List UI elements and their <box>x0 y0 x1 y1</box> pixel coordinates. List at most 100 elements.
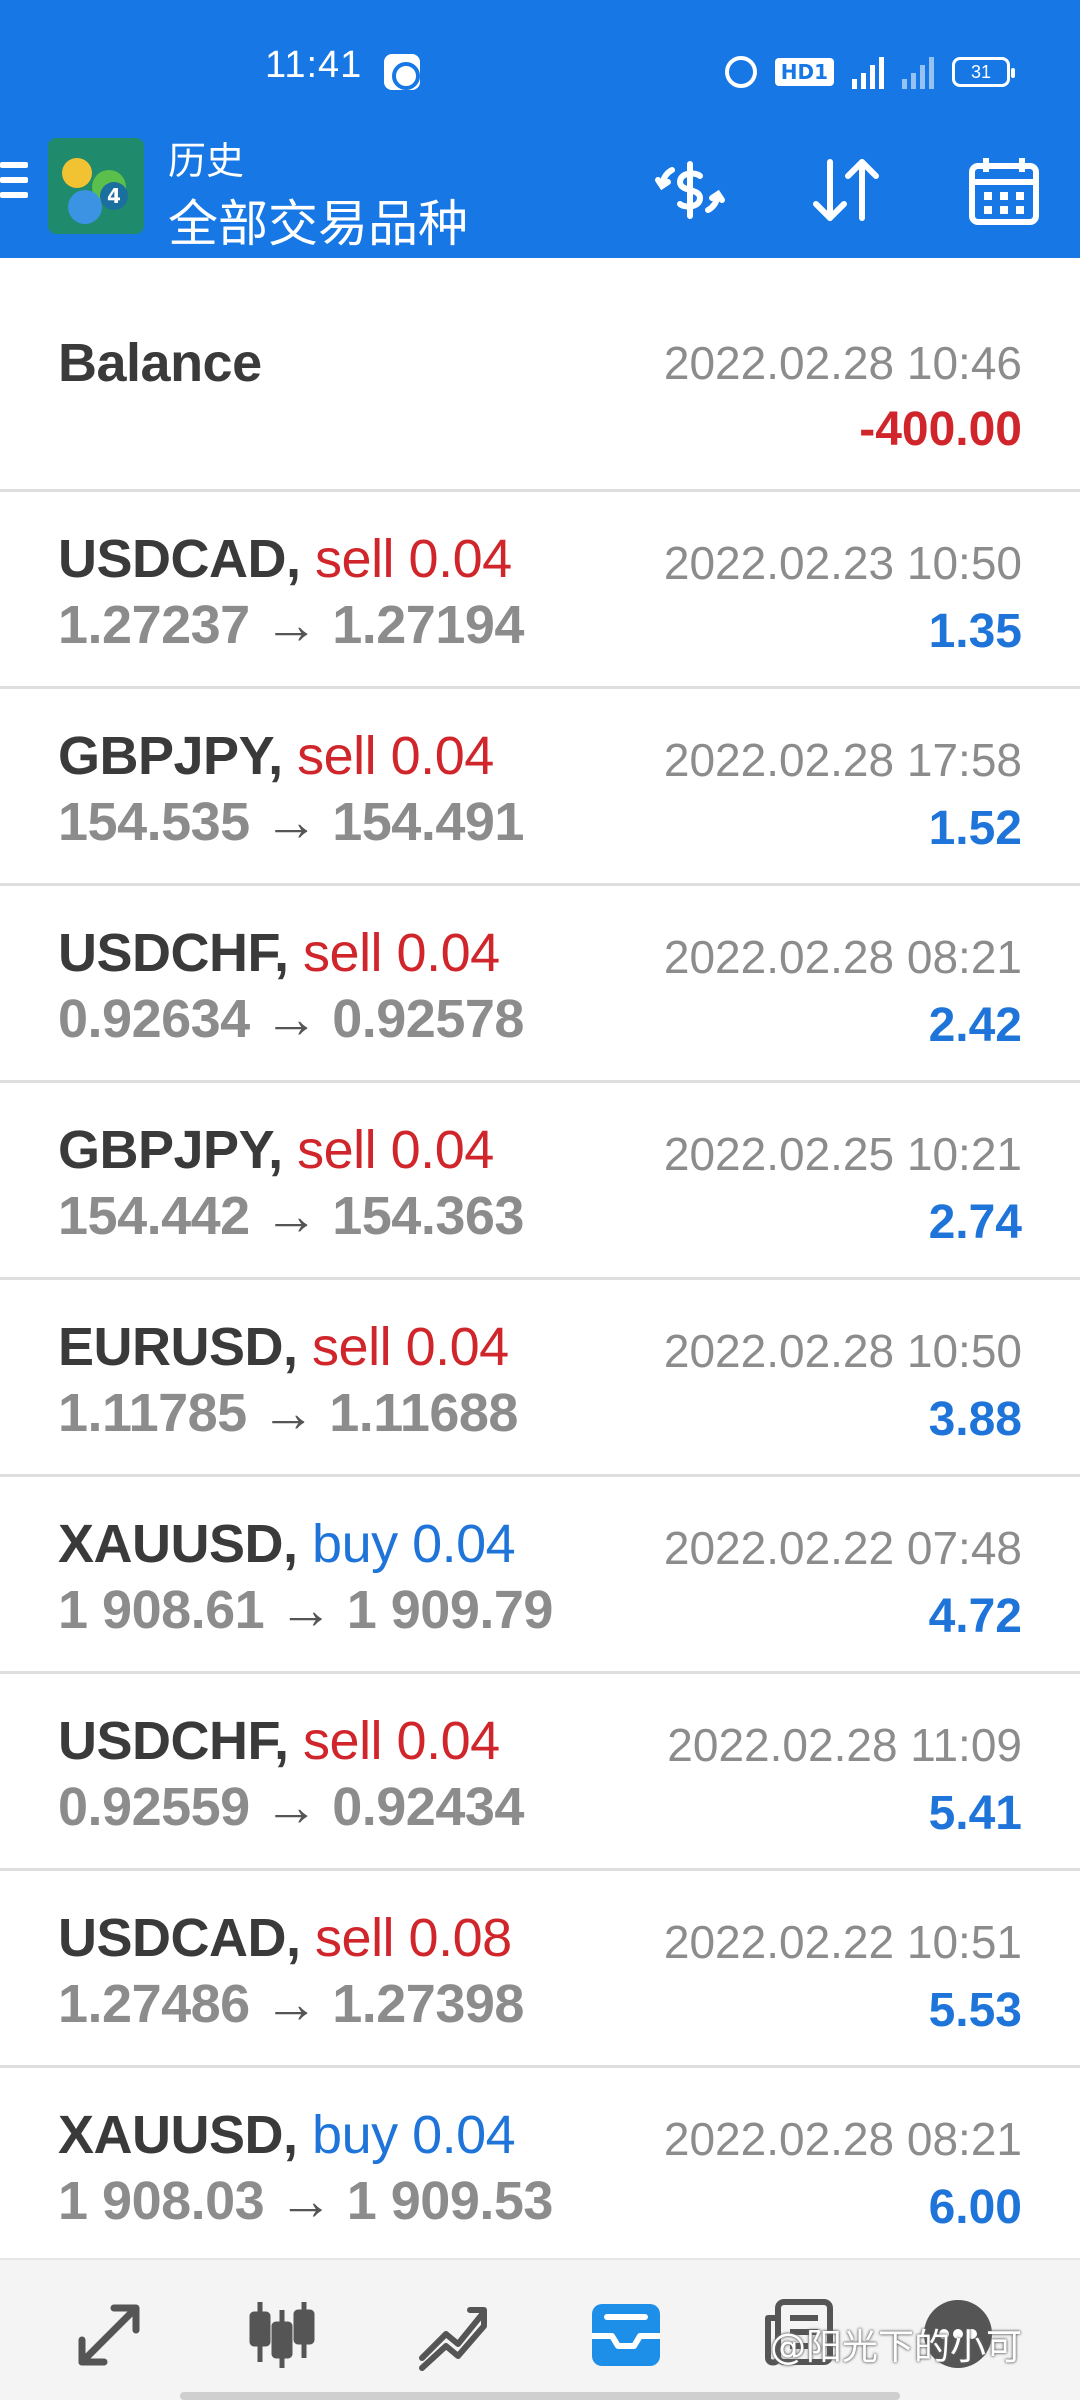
trade-profit: 5.41 <box>928 1787 1022 1840</box>
trade-symbol: GBPJPY, sell 0.04 <box>58 725 494 787</box>
open-price: 1.27486 <box>58 1974 250 2034</box>
balance-label: Balance <box>58 333 262 393</box>
trade-symbol: USDCAD, sell 0.08 <box>58 1907 512 1969</box>
history-icon[interactable] <box>584 2292 668 2376</box>
history-list[interactable]: Balance 2022.02.28 10:46 -400.00 USDCAD,… <box>0 292 1080 2265</box>
trade-date: 2022.02.28 10:50 <box>663 1325 1022 1377</box>
symbol-name: USDCAD, <box>58 529 301 589</box>
chart-icon[interactable] <box>240 2292 324 2376</box>
trade-row[interactable]: XAUUSD, buy 0.04 1 908.61 → 1 909.79 202… <box>0 1477 1080 1674</box>
arrow-right-icon: → <box>278 2171 333 2231</box>
trade-symbol: GBPJPY, sell 0.04 <box>58 1119 494 1181</box>
status-icons: HD1 31 <box>724 52 1015 92</box>
symbol-name: GBPJPY, <box>58 726 283 786</box>
signal-icon <box>852 55 884 89</box>
trade-prices: 1.11785 → 1.11688 <box>58 1382 518 1444</box>
trade-symbol: USDCAD, sell 0.04 <box>58 528 512 590</box>
trade-side: sell 0.08 <box>315 1908 512 1968</box>
close-price: 1.11688 <box>329 1383 518 1443</box>
app-bar: 11:41 HD1 31 4 历史 全部交易品种 <box>0 0 1080 258</box>
trade-profit: 1.52 <box>928 802 1022 855</box>
trade-side: buy 0.04 <box>312 2105 516 2165</box>
balance-amount: -400.00 <box>859 403 1022 456</box>
trade-date: 2022.02.28 17:58 <box>663 734 1022 786</box>
open-price: 0.92634 <box>58 989 250 1049</box>
status-bar: 11:41 HD1 31 <box>0 0 1080 140</box>
trade-profit: 2.74 <box>928 1196 1022 1249</box>
trade-profit: 4.72 <box>928 1590 1022 1643</box>
quotes-icon[interactable] <box>68 2292 152 2376</box>
trade-row[interactable]: USDCHF, sell 0.04 0.92559 → 0.92434 2022… <box>0 1674 1080 1871</box>
hd-badge: HD1 <box>774 58 834 86</box>
open-price: 154.535 <box>58 792 250 852</box>
trade-side: sell 0.04 <box>303 923 500 983</box>
watermark: @阳光下的小可 <box>770 2327 1023 2368</box>
trade-symbol: EURUSD, sell 0.04 <box>58 1316 509 1378</box>
arrow-right-icon: → <box>278 1580 333 1640</box>
arrow-right-icon: → <box>264 1974 318 2034</box>
arrow-right-icon: → <box>264 792 318 852</box>
trade-symbol: USDCHF, sell 0.04 <box>58 922 500 984</box>
balance-row[interactable]: Balance 2022.02.28 10:46 -400.00 <box>0 292 1080 492</box>
trade-symbol: USDCHF, sell 0.04 <box>58 1710 500 1772</box>
calendar-icon[interactable] <box>964 150 1044 230</box>
trade-row[interactable]: USDCAD, sell 0.08 1.27486 → 1.27398 2022… <box>0 1871 1080 2068</box>
trade-profit: 5.53 <box>928 1984 1022 2037</box>
trade-side: sell 0.04 <box>297 726 494 786</box>
alarm-icon <box>724 56 757 88</box>
trade-profit: 3.88 <box>928 1393 1022 1446</box>
trade-row[interactable]: EURUSD, sell 0.04 1.11785 → 1.11688 2022… <box>0 1280 1080 1477</box>
trade-side: sell 0.04 <box>297 1120 494 1180</box>
symbol-name: USDCAD, <box>58 1908 301 1968</box>
open-price: 1 908.61 <box>58 1580 265 1640</box>
open-price: 1.11785 <box>58 1383 247 1443</box>
close-price: 1.27194 <box>332 595 524 655</box>
open-price: 1 908.03 <box>58 2171 265 2231</box>
trade-prices: 1 908.03 → 1 909.53 <box>58 2170 553 2232</box>
close-price: 1.27398 <box>332 1974 524 2034</box>
symbol-filter[interactable]: 全部交易品种 <box>168 184 468 256</box>
trade-row[interactable]: USDCAD, sell 0.04 1.27237 → 1.27194 2022… <box>0 492 1080 689</box>
arrow-right-icon: → <box>264 595 318 655</box>
arrow-right-icon: → <box>264 1186 318 1246</box>
home-indicator[interactable] <box>180 2392 900 2400</box>
close-price: 154.491 <box>332 792 524 852</box>
trade-row[interactable]: GBPJPY, sell 0.04 154.535 → 154.491 2022… <box>0 689 1080 886</box>
trade-icon[interactable] <box>412 2292 496 2376</box>
close-price: 0.92578 <box>332 989 524 1049</box>
close-price: 154.363 <box>332 1186 524 1246</box>
trade-prices: 0.92634 → 0.92578 <box>58 988 524 1050</box>
trade-side: buy 0.04 <box>312 1514 516 1574</box>
trade-date: 2022.02.22 07:48 <box>663 1522 1022 1574</box>
trade-side: sell 0.04 <box>312 1317 509 1377</box>
trade-prices: 1.27486 → 1.27398 <box>58 1973 524 2035</box>
trade-prices: 1.27237 → 1.27194 <box>58 594 524 656</box>
trade-date: 2022.02.28 08:21 <box>663 931 1022 983</box>
notification-icon <box>384 54 420 90</box>
trade-profit: 2.42 <box>928 999 1022 1052</box>
trade-side: sell 0.04 <box>315 529 512 589</box>
app-logo: 4 <box>48 138 144 234</box>
arrow-right-icon: → <box>264 989 318 1049</box>
sort-icon[interactable] <box>806 150 886 230</box>
trade-date: 2022.02.22 10:51 <box>663 1916 1022 1968</box>
trade-date: 2022.02.28 11:09 <box>667 1719 1022 1771</box>
close-price: 0.92434 <box>332 1777 524 1837</box>
trade-row[interactable]: XAUUSD, buy 0.04 1 908.03 → 1 909.53 202… <box>0 2068 1080 2265</box>
signal-secondary-icon <box>902 55 934 89</box>
trade-row[interactable]: GBPJPY, sell 0.04 154.442 → 154.363 2022… <box>0 1083 1080 1280</box>
battery-icon: 31 <box>952 57 1015 87</box>
trade-row[interactable]: USDCHF, sell 0.04 0.92634 → 0.92578 2022… <box>0 886 1080 1083</box>
trade-profit: 1.35 <box>928 605 1022 658</box>
arrow-right-icon: → <box>261 1383 315 1443</box>
trade-date: 2022.02.23 10:50 <box>663 537 1022 589</box>
open-price: 0.92559 <box>58 1777 250 1837</box>
symbol-name: EURUSD, <box>58 1317 298 1377</box>
symbol-name: XAUUSD, <box>58 1514 298 1574</box>
close-price: 1 909.79 <box>346 1580 554 1640</box>
currency-icon[interactable] <box>650 150 730 230</box>
menu-button[interactable] <box>0 162 30 206</box>
arrow-right-icon: → <box>264 1777 318 1837</box>
trade-date: 2022.02.25 10:21 <box>663 1128 1022 1180</box>
trade-side: sell 0.04 <box>303 1711 500 1771</box>
